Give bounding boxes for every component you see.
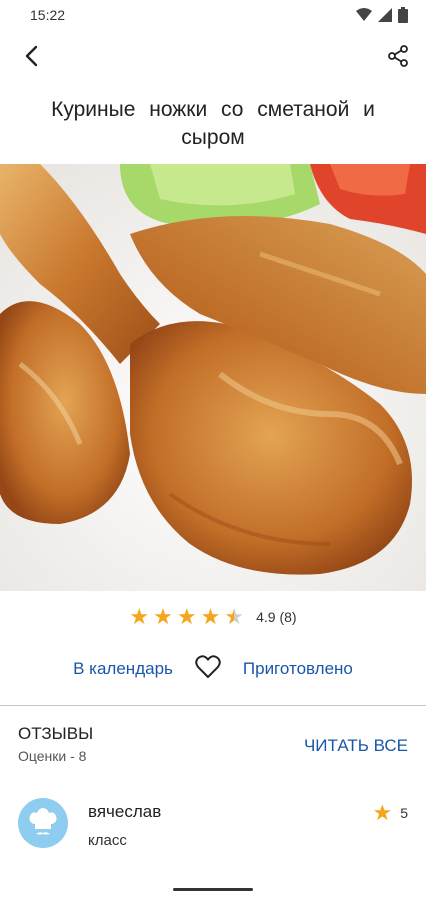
status-icons xyxy=(356,7,408,23)
reviews-count: Оценки - 8 xyxy=(18,748,87,764)
cooked-link[interactable]: Приготовлено xyxy=(243,659,353,679)
star-icon: ★ xyxy=(153,604,173,629)
wifi-icon xyxy=(356,8,372,21)
status-bar: 15:22 xyxy=(0,0,426,30)
home-indicator[interactable] xyxy=(173,888,253,891)
chef-hat-icon xyxy=(29,808,57,835)
star-icon: ★ xyxy=(176,604,197,629)
recipe-photo xyxy=(0,164,426,591)
review-text: класс xyxy=(88,832,127,849)
signal-icon xyxy=(378,8,392,22)
review-score-value: 5 xyxy=(400,805,408,821)
heart-icon xyxy=(195,654,221,678)
read-all-button[interactable]: ЧИТАТЬ ВСЕ xyxy=(304,736,408,756)
favorite-button[interactable] xyxy=(195,654,221,684)
back-button[interactable] xyxy=(18,42,46,70)
review-author: вячеслав xyxy=(88,802,162,821)
star-icon: ★ xyxy=(200,604,221,629)
rating-row: ★ ★ ★ ★ ★ 4.9 (8) xyxy=(0,591,426,643)
half-star-icon: ★ xyxy=(224,604,245,629)
share-icon xyxy=(388,45,408,67)
share-button[interactable] xyxy=(384,42,412,70)
recipe-title: Куриные ножки со сметаной и сыром xyxy=(51,98,375,149)
actions-row: В календарь Приготовлено xyxy=(0,643,426,695)
review-score: ★ 5 xyxy=(372,798,408,824)
battery-icon xyxy=(398,7,408,23)
rating-stars: ★ ★ ★ ★ ★ xyxy=(129,606,244,628)
status-time: 15:22 xyxy=(30,7,66,23)
star-icon: ★ xyxy=(372,800,393,825)
app-bar xyxy=(0,30,426,82)
add-to-calendar-link[interactable]: В календарь xyxy=(73,659,173,679)
back-arrow-icon xyxy=(25,45,38,67)
reviews-title: ОТЗЫВЫ xyxy=(18,724,94,743)
reviews-header: ОТЗЫВЫ Оценки - 8 ЧИТАТЬ ВСЕ xyxy=(0,706,426,780)
avatar xyxy=(18,798,68,848)
review-item: вячеслав класс ★ 5 xyxy=(0,780,426,849)
rating-value: 4.9 (8) xyxy=(256,609,297,625)
star-icon: ★ xyxy=(129,604,150,629)
